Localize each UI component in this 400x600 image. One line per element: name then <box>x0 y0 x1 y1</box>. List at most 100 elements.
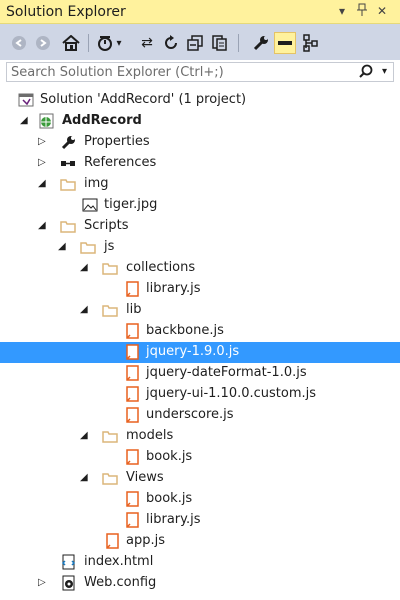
tree-item-file[interactable]: jquery-ui-1.10.0.custom.js <box>0 384 400 405</box>
tree-item-label: index.html <box>84 554 154 569</box>
preview-selected-items-icon[interactable] <box>274 32 296 54</box>
toolbar-separator <box>238 34 239 52</box>
tree-item-label: app.js <box>126 533 165 548</box>
pending-changes-filter-icon[interactable] <box>94 32 116 54</box>
collapsed-arrow-icon[interactable]: ▷ <box>38 576 50 590</box>
tree-item-file[interactable]: library.js <box>0 279 400 300</box>
panel-title: Solution Explorer <box>6 4 126 20</box>
tree-item-label: lib <box>126 302 142 317</box>
filter-dropdown-icon[interactable]: ▾ <box>114 32 124 54</box>
tree-item-properties[interactable]: ▷ Properties <box>0 132 400 153</box>
tree-item-file-selected[interactable]: jquery-1.9.0.js <box>0 342 400 363</box>
tree-item-label: tiger.jpg <box>104 197 158 212</box>
sync-with-active-document-icon[interactable]: ⇄ <box>136 32 158 54</box>
toolbar-separator <box>88 34 89 52</box>
folder-icon <box>102 428 119 444</box>
tree-item-file[interactable]: backbone.js <box>0 321 400 342</box>
tree-item-folder[interactable]: ◢ Views <box>0 468 400 489</box>
tree-item-file[interactable]: ▷ Web.config <box>0 573 400 594</box>
html-file-icon <box>60 554 77 570</box>
expanded-arrow-icon[interactable]: ◢ <box>80 471 92 485</box>
search-box[interactable]: Search Solution Explorer (Ctrl+;) ▾ <box>6 62 394 82</box>
js-file-icon <box>124 449 141 465</box>
expanded-arrow-icon[interactable]: ◢ <box>58 240 70 254</box>
tree-item-label: img <box>84 176 109 191</box>
wrench-icon <box>60 134 77 150</box>
tree-item-label: Scripts <box>84 218 129 233</box>
collapsed-arrow-icon[interactable]: ▷ <box>38 135 50 149</box>
folder-icon <box>102 302 119 318</box>
tree-item-label: js <box>104 239 115 254</box>
collapse-all-icon[interactable] <box>184 32 206 54</box>
tree-item-label: AddRecord <box>62 113 142 128</box>
solution-icon <box>18 92 35 108</box>
tree-item-file[interactable]: library.js <box>0 510 400 531</box>
tree-item-label: jquery-ui-1.10.0.custom.js <box>146 386 317 401</box>
pin-icon[interactable] <box>354 3 370 19</box>
js-file-icon <box>124 344 141 360</box>
expanded-arrow-icon[interactable]: ◢ <box>80 261 92 275</box>
back-icon[interactable] <box>8 32 30 54</box>
tree-item-label: library.js <box>146 512 201 527</box>
js-file-icon <box>124 512 141 528</box>
show-all-files-icon[interactable] <box>208 32 230 54</box>
forward-icon[interactable] <box>32 32 54 54</box>
home-icon[interactable] <box>60 32 82 54</box>
search-options-dropdown-icon[interactable]: ▾ <box>382 66 387 77</box>
tree-item-solution[interactable]: Solution 'AddRecord' (1 project) <box>0 90 400 111</box>
refresh-icon[interactable] <box>160 32 182 54</box>
tree-item-file[interactable]: jquery-dateFormat-1.0.js <box>0 363 400 384</box>
tree-item-file[interactable]: book.js <box>0 489 400 510</box>
tree-item-file[interactable]: underscore.js <box>0 405 400 426</box>
expanded-arrow-icon[interactable]: ◢ <box>80 429 92 443</box>
js-file-icon <box>104 533 121 549</box>
tree-item-folder[interactable]: ◢ Scripts <box>0 216 400 237</box>
tree-item-file[interactable]: app.js <box>0 531 400 552</box>
tree-item-label: underscore.js <box>146 407 234 422</box>
tree-item-file[interactable]: tiger.jpg <box>0 195 400 216</box>
view-class-diagram-icon[interactable] <box>300 32 322 54</box>
tree-item-label: collections <box>126 260 196 275</box>
tree-item-folder[interactable]: ◢ lib <box>0 300 400 321</box>
expanded-arrow-icon[interactable]: ◢ <box>80 303 92 317</box>
close-icon[interactable]: ✕ <box>374 3 390 19</box>
tree-item-label: library.js <box>146 281 201 296</box>
tree-item-label: book.js <box>146 449 193 464</box>
expanded-arrow-icon[interactable]: ◢ <box>38 219 50 233</box>
folder-icon <box>80 239 97 255</box>
window-position-dropdown-icon[interactable]: ▾ <box>334 3 350 19</box>
tree-item-label: Views <box>126 470 164 485</box>
tree-item-folder[interactable]: ◢ img <box>0 174 400 195</box>
config-file-icon <box>60 575 77 591</box>
tree-item-label: book.js <box>146 491 193 506</box>
search-icon[interactable] <box>359 64 373 82</box>
tree-item-label: jquery-1.9.0.js <box>146 344 240 359</box>
tree-item-project[interactable]: ◢ AddRecord <box>0 111 400 132</box>
folder-icon <box>60 218 77 234</box>
properties-wrench-icon[interactable] <box>250 32 272 54</box>
tree-item-folder[interactable]: ◢ js <box>0 237 400 258</box>
tree-item-references[interactable]: ▷ References <box>0 153 400 174</box>
tree-item-label: Web.config <box>84 575 157 590</box>
tree-item-file[interactable]: book.js <box>0 447 400 468</box>
tree-item-label: backbone.js <box>146 323 224 338</box>
references-icon <box>60 155 77 171</box>
search-input[interactable]: Search Solution Explorer (Ctrl+;) <box>11 65 224 80</box>
js-file-icon <box>124 365 141 381</box>
folder-icon <box>102 260 119 276</box>
tree-item-label: References <box>84 155 157 170</box>
js-file-icon <box>124 407 141 423</box>
tree-item-label: jquery-dateFormat-1.0.js <box>146 365 307 380</box>
folder-icon <box>60 176 77 192</box>
tree-item-folder[interactable]: ◢ collections <box>0 258 400 279</box>
expanded-arrow-icon[interactable]: ◢ <box>38 177 50 191</box>
tree-item-file[interactable]: index.html <box>0 552 400 573</box>
js-file-icon <box>124 281 141 297</box>
tree-item-label: Solution 'AddRecord' (1 project) <box>40 92 247 107</box>
web-project-icon <box>38 113 55 129</box>
panel-title-bar: Solution Explorer ▾ ✕ <box>0 0 400 24</box>
expanded-arrow-icon[interactable]: ◢ <box>20 114 32 128</box>
collapsed-arrow-icon[interactable]: ▷ <box>38 156 50 170</box>
js-file-icon <box>124 386 141 402</box>
tree-item-folder[interactable]: ◢ models <box>0 426 400 447</box>
